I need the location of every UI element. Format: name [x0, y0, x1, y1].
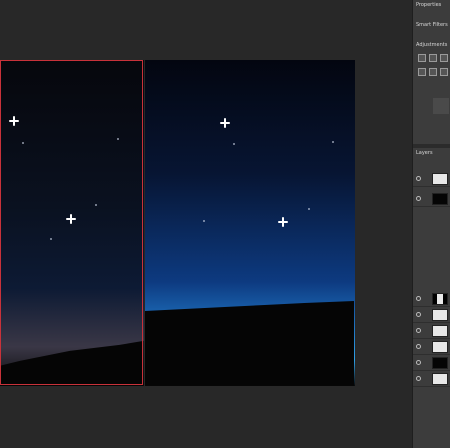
workspace-canvas[interactable] [0, 0, 412, 448]
visibility-eye-icon[interactable] [416, 376, 421, 381]
layer-thumbnail [432, 173, 448, 185]
right-night-sky-image[interactable] [145, 60, 355, 386]
layer-thumbnail [432, 293, 448, 305]
layer-row[interactable] [413, 172, 450, 187]
visibility-eye-icon[interactable] [416, 360, 421, 365]
layer-row[interactable] [413, 372, 450, 387]
layer-thumbnail [432, 325, 448, 337]
visibility-eye-icon[interactable] [416, 176, 421, 181]
layer-row[interactable] [413, 340, 450, 355]
visibility-eye-icon[interactable] [416, 312, 421, 317]
right-side-panel: Properties Smart Filters Adjustments Lay… [412, 0, 450, 448]
layer-row[interactable] [413, 192, 450, 207]
layer-thumbnail [432, 341, 448, 353]
layer-thumbnail [432, 357, 448, 369]
panel-preview [433, 98, 449, 114]
layer-row[interactable] [413, 292, 450, 307]
faint-star [332, 141, 334, 143]
layer-row[interactable] [413, 308, 450, 323]
adjustment-icon[interactable] [429, 68, 437, 76]
panel-divider [413, 144, 450, 148]
layer-row[interactable] [413, 356, 450, 371]
star [220, 118, 230, 128]
layers-tab[interactable]: Layers [416, 150, 433, 156]
layer-thumbnail [432, 309, 448, 321]
faint-star [233, 143, 235, 145]
adjustment-icon[interactable] [440, 54, 448, 62]
right-ground-silhouette [145, 301, 355, 386]
adjustment-icon[interactable] [429, 54, 437, 62]
adjustment-icon[interactable] [418, 54, 426, 62]
visibility-eye-icon[interactable] [416, 328, 421, 333]
adjustment-icon[interactable] [418, 68, 426, 76]
selection-marquee[interactable] [0, 60, 143, 385]
layer-thumbnail [432, 193, 448, 205]
star [278, 217, 288, 227]
faint-star [308, 208, 310, 210]
adjustment-icon[interactable] [440, 68, 448, 76]
properties-header: Properties [416, 2, 442, 8]
faint-star [203, 220, 205, 222]
properties-line2: Adjustments [416, 42, 448, 48]
visibility-eye-icon[interactable] [416, 344, 421, 349]
visibility-eye-icon[interactable] [416, 196, 421, 201]
layer-thumbnail [432, 373, 448, 385]
visibility-eye-icon[interactable] [416, 296, 421, 301]
properties-line1: Smart Filters [416, 22, 448, 28]
layer-row[interactable] [413, 324, 450, 339]
